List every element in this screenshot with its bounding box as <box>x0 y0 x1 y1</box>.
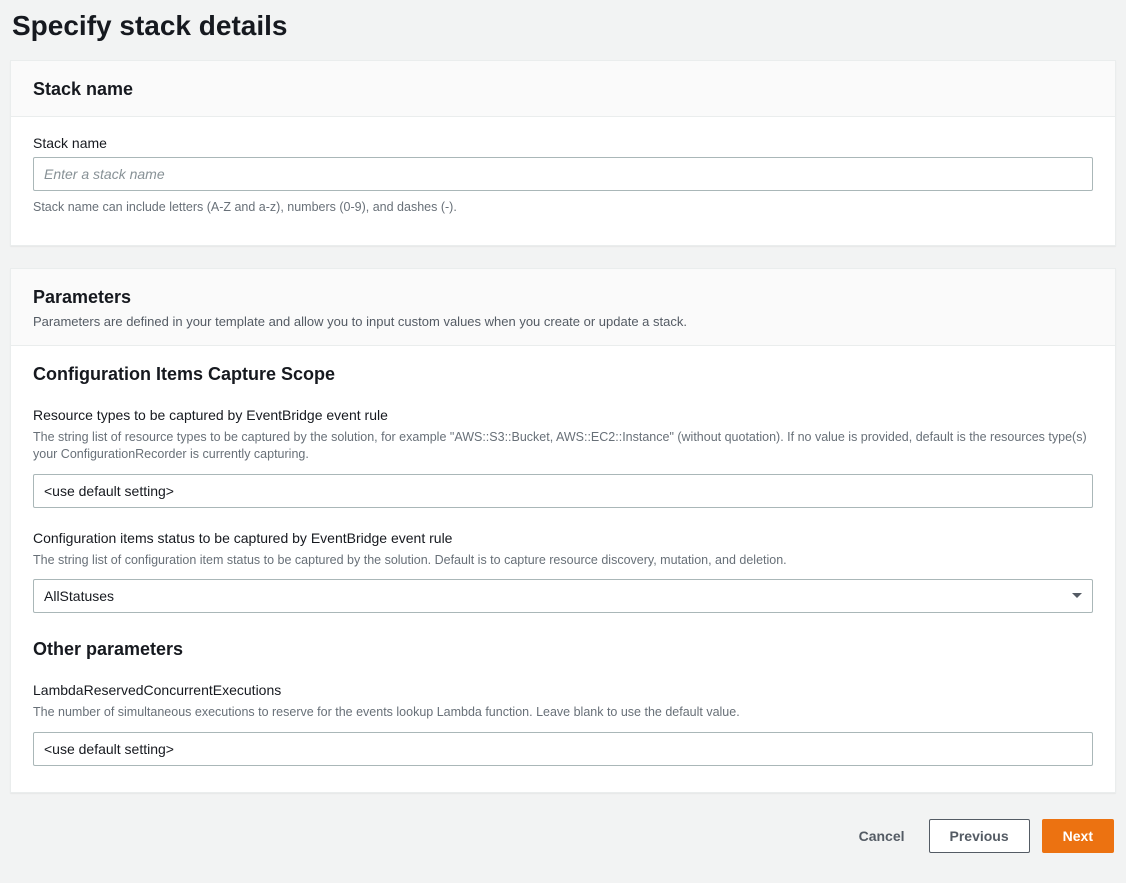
resource-types-label: Resource types to be captured by EventBr… <box>33 407 1093 423</box>
parameters-heading: Parameters <box>33 287 1093 308</box>
statuses-select[interactable]: AllStatuses <box>33 579 1093 613</box>
stack-name-input[interactable] <box>33 157 1093 191</box>
scope-heading: Configuration Items Capture Scope <box>33 364 1093 385</box>
footer-actions: Cancel Previous Next <box>10 815 1116 863</box>
resource-types-input[interactable] <box>33 474 1093 508</box>
other-params-heading: Other parameters <box>33 639 1093 660</box>
lambda-label: LambdaReservedConcurrentExecutions <box>33 682 1093 698</box>
stack-name-label: Stack name <box>33 135 1093 151</box>
parameters-subtext: Parameters are defined in your template … <box>33 314 1093 329</box>
parameters-panel: Parameters Parameters are defined in you… <box>10 268 1116 793</box>
next-button[interactable]: Next <box>1042 819 1114 853</box>
lambda-input[interactable] <box>33 732 1093 766</box>
lambda-desc: The number of simultaneous executions to… <box>33 704 1093 722</box>
stack-name-panel-header: Stack name <box>11 61 1115 117</box>
parameters-panel-header: Parameters Parameters are defined in you… <box>11 269 1115 346</box>
stack-name-panel: Stack name Stack name Stack name can inc… <box>10 60 1116 246</box>
stack-name-heading: Stack name <box>33 79 1093 100</box>
previous-button[interactable]: Previous <box>929 819 1030 853</box>
cancel-button[interactable]: Cancel <box>847 819 917 853</box>
statuses-label: Configuration items status to be capture… <box>33 530 1093 546</box>
statuses-desc: The string list of configuration item st… <box>33 552 1093 570</box>
stack-name-hint: Stack name can include letters (A-Z and … <box>33 199 1093 217</box>
resource-types-desc: The string list of resource types to be … <box>33 429 1093 464</box>
page-title: Specify stack details <box>12 10 1116 42</box>
